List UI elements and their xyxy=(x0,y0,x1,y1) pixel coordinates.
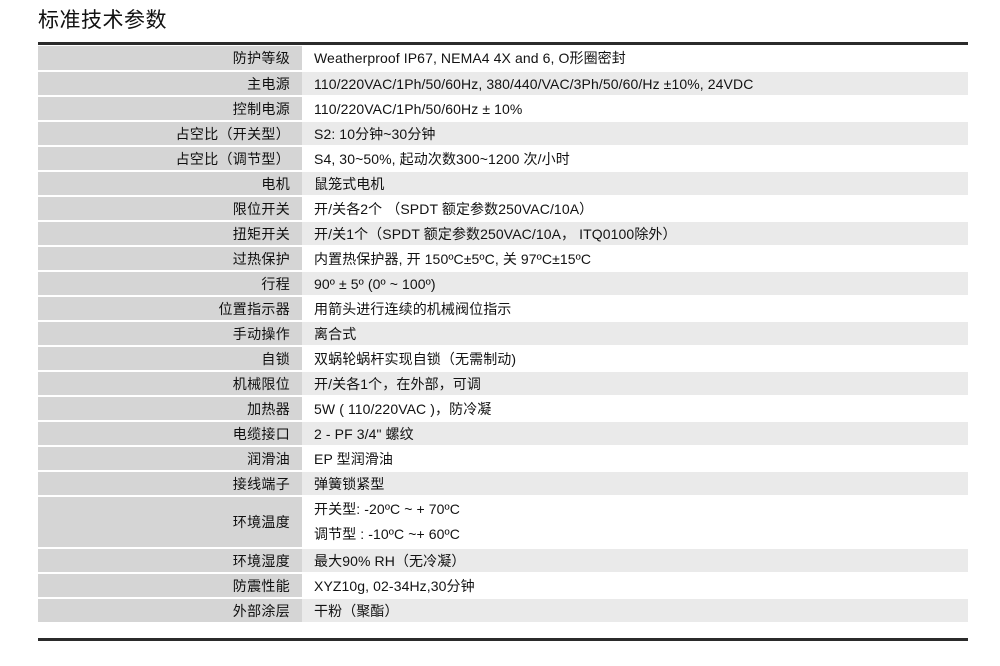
row-label: 润滑油 xyxy=(38,446,302,472)
row-label: 行程 xyxy=(38,271,302,297)
row-label: 主电源 xyxy=(38,71,302,97)
row-label: 电机 xyxy=(38,171,302,197)
table-row: 自锁 双蜗轮蜗杆实现自锁（无需制动) xyxy=(38,346,968,372)
row-value: Weatherproof IP67, NEMA4 4X and 6, O形圈密封 xyxy=(302,46,968,72)
table-row: 扭矩开关 开/关1个（SPDT 额定参数250VAC/10A， ITQ0100除… xyxy=(38,221,968,247)
row-value: 双蜗轮蜗杆实现自锁（无需制动) xyxy=(302,346,968,372)
row-label: 环境湿度 xyxy=(38,548,302,574)
row-value: S4, 30~50%, 起动次数300~1200 次/小时 xyxy=(302,146,968,172)
table-row: 行程 90º ± 5º (0º ~ 100º) xyxy=(38,271,968,297)
table-body: 防护等级 Weatherproof IP67, NEMA4 4X and 6, … xyxy=(38,46,968,624)
table-row: 环境温度 开关型: -20ºC ~ + 70ºC 调节型 : -10ºC ~+ … xyxy=(38,496,968,549)
table-row: 环境湿度 最大90% RH（无冷凝） xyxy=(38,548,968,574)
row-label: 机械限位 xyxy=(38,371,302,397)
table-row: 润滑油 EP 型润滑油 xyxy=(38,446,968,472)
table-row: 占空比（开关型） S2: 10分钟~30分钟 xyxy=(38,121,968,147)
spec-sheet-page: 标准技术参数 防护等级 Weatherproof IP67, NEMA4 4X … xyxy=(0,0,1000,666)
row-label: 占空比（开关型） xyxy=(38,121,302,147)
table-bottom-rule xyxy=(38,638,968,641)
table-row: 加热器 5W ( 110/220VAC )，防冷凝 xyxy=(38,396,968,422)
table-row: 接线端子 弹簧锁紧型 xyxy=(38,471,968,497)
row-label: 位置指示器 xyxy=(38,296,302,322)
row-label: 手动操作 xyxy=(38,321,302,347)
row-label: 限位开关 xyxy=(38,196,302,222)
row-value: 开关型: -20ºC ~ + 70ºC 调节型 : -10ºC ~+ 60ºC xyxy=(302,496,968,549)
row-value: 用箭头进行连续的机械阀位指示 xyxy=(302,296,968,322)
row-label: 防护等级 xyxy=(38,46,302,72)
row-value: 110/220VAC/1Ph/50/60Hz, 380/440/VAC/3Ph/… xyxy=(302,71,968,97)
standard-technical-parameters-table: 防护等级 Weatherproof IP67, NEMA4 4X and 6, … xyxy=(38,46,968,624)
page-title: 标准技术参数 xyxy=(38,9,167,32)
row-label: 自锁 xyxy=(38,346,302,372)
row-value: XYZ10g, 02-34Hz,30分钟 xyxy=(302,573,968,599)
row-value: 内置热保护器, 开 150ºC±5ºC, 关 97ºC±15ºC xyxy=(302,246,968,272)
table-row: 手动操作 离合式 xyxy=(38,321,968,347)
table-row: 位置指示器 用箭头进行连续的机械阀位指示 xyxy=(38,296,968,322)
row-value: 鼠笼式电机 xyxy=(302,171,968,197)
row-value: 5W ( 110/220VAC )，防冷凝 xyxy=(302,396,968,422)
table-row: 过热保护 内置热保护器, 开 150ºC±5ºC, 关 97ºC±15ºC xyxy=(38,246,968,272)
row-value: 90º ± 5º (0º ~ 100º) xyxy=(302,271,968,297)
row-value: S2: 10分钟~30分钟 xyxy=(302,121,968,147)
table-row: 防护等级 Weatherproof IP67, NEMA4 4X and 6, … xyxy=(38,46,968,72)
row-value: 最大90% RH（无冷凝） xyxy=(302,548,968,574)
table-top-rule xyxy=(38,42,968,45)
row-label: 接线端子 xyxy=(38,471,302,497)
row-value: 开/关各1个，在外部，可调 xyxy=(302,371,968,397)
table-row: 主电源 110/220VAC/1Ph/50/60Hz, 380/440/VAC/… xyxy=(38,71,968,97)
row-value: 2 - PF 3/4" 螺纹 xyxy=(302,421,968,447)
row-label: 防震性能 xyxy=(38,573,302,599)
table-row: 电机 鼠笼式电机 xyxy=(38,171,968,197)
table-row: 控制电源 110/220VAC/1Ph/50/60Hz ± 10% xyxy=(38,96,968,122)
row-label: 电缆接口 xyxy=(38,421,302,447)
row-value: EP 型润滑油 xyxy=(302,446,968,472)
row-value: 开/关各2个 （SPDT 额定参数250VAC/10A） xyxy=(302,196,968,222)
table-row: 电缆接口 2 - PF 3/4" 螺纹 xyxy=(38,421,968,447)
row-label: 过热保护 xyxy=(38,246,302,272)
table-row: 外部涂层 干粉（聚酯） xyxy=(38,598,968,624)
row-value: 干粉（聚酯） xyxy=(302,598,968,624)
row-value: 弹簧锁紧型 xyxy=(302,471,968,497)
row-value-line-2: 调节型 : -10ºC ~+ 60ºC xyxy=(314,526,460,542)
row-label: 扭矩开关 xyxy=(38,221,302,247)
row-label: 占空比（调节型） xyxy=(38,146,302,172)
row-label: 控制电源 xyxy=(38,96,302,122)
row-value: 110/220VAC/1Ph/50/60Hz ± 10% xyxy=(302,96,968,122)
row-label: 外部涂层 xyxy=(38,598,302,624)
table-row: 占空比（调节型） S4, 30~50%, 起动次数300~1200 次/小时 xyxy=(38,146,968,172)
row-value: 离合式 xyxy=(302,321,968,347)
row-label: 加热器 xyxy=(38,396,302,422)
row-value-line-1: 开关型: -20ºC ~ + 70ºC xyxy=(314,501,460,517)
table-row: 限位开关 开/关各2个 （SPDT 额定参数250VAC/10A） xyxy=(38,196,968,222)
row-value: 开/关1个（SPDT 额定参数250VAC/10A， ITQ0100除外） xyxy=(302,221,968,247)
table-row: 机械限位 开/关各1个，在外部，可调 xyxy=(38,371,968,397)
table-row: 防震性能 XYZ10g, 02-34Hz,30分钟 xyxy=(38,573,968,599)
row-label: 环境温度 xyxy=(38,496,302,549)
